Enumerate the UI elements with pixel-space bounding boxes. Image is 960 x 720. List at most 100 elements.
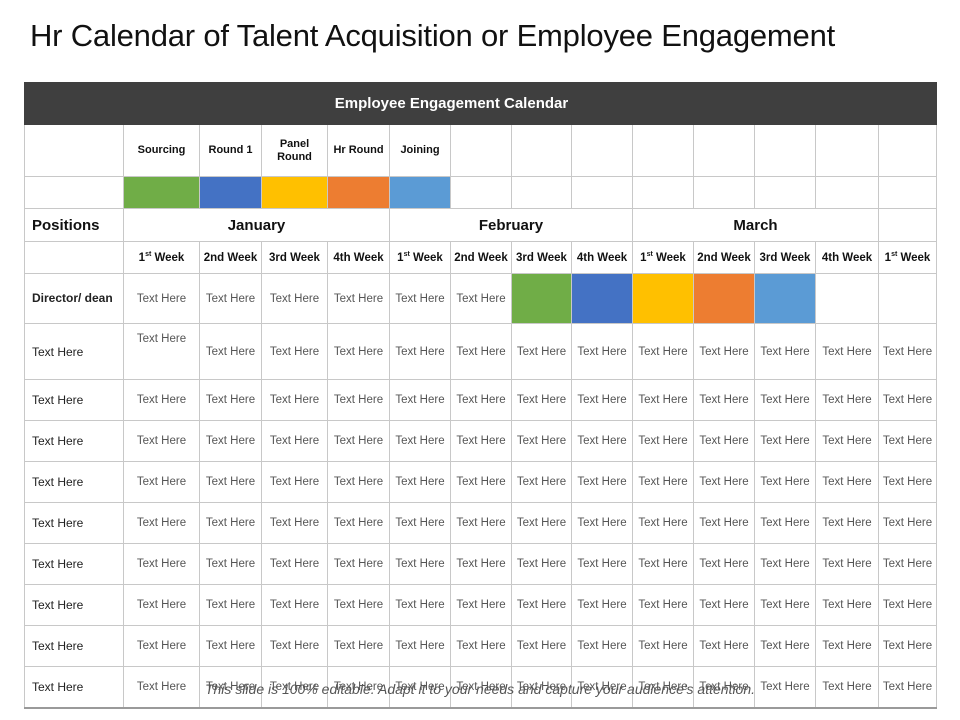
table-row: Director/ dean Text Here Text Here Text Her… bbox=[24, 273, 937, 324]
position-label: Text Here bbox=[24, 461, 124, 503]
table-cell: Text Here bbox=[327, 323, 390, 380]
empty-cell bbox=[878, 124, 937, 177]
table-cell: Text Here bbox=[199, 543, 262, 585]
legend-swatch bbox=[389, 176, 451, 209]
table-cell: Text Here bbox=[199, 420, 262, 462]
empty-cell bbox=[878, 208, 937, 242]
table-cell: Text Here bbox=[389, 461, 451, 503]
stage-color-block bbox=[511, 273, 572, 324]
empty-cell bbox=[693, 176, 755, 209]
table-cell: Text Here bbox=[327, 461, 390, 503]
week-header: 4th Week bbox=[327, 241, 390, 274]
table-cell: Text Here bbox=[878, 584, 937, 626]
table-cell: Text Here bbox=[199, 502, 262, 544]
week-header: 4th Week bbox=[815, 241, 879, 274]
table-cell: Text Here bbox=[327, 420, 390, 462]
stage-color-block bbox=[693, 273, 755, 324]
table-cell: Text Here bbox=[632, 461, 694, 503]
table-cell: Text Here bbox=[693, 625, 755, 667]
table-cell: Text Here bbox=[389, 625, 451, 667]
table-cell: Text Here bbox=[450, 420, 512, 462]
week-header: 3rd Week bbox=[261, 241, 328, 274]
empty-cell bbox=[754, 176, 816, 209]
calendar-header-row: Employee Engagement Calendar bbox=[24, 82, 937, 125]
table-cell: Text Here bbox=[261, 379, 328, 421]
table-cell: Text Here bbox=[571, 379, 633, 421]
table-row: Text Here Text Here Text Here Text Here Text… bbox=[24, 379, 937, 421]
table-cell: Text Here bbox=[261, 420, 328, 462]
table-cell: Text Here bbox=[450, 625, 512, 667]
table-cell: Text Here bbox=[815, 323, 879, 380]
table-cell: Text Here bbox=[693, 584, 755, 626]
table-cell: Text Here bbox=[693, 379, 755, 421]
month-header: March bbox=[632, 208, 879, 242]
table-cell: Text Here bbox=[123, 584, 200, 626]
position-label: Text Here bbox=[24, 543, 124, 585]
table-cell: Text Here bbox=[261, 273, 328, 324]
table-cell: Text Here bbox=[511, 502, 572, 544]
table-cell: Text Here bbox=[878, 461, 937, 503]
table-row: Text Here Text Here Text Here Text Here Text… bbox=[24, 420, 937, 462]
position-label: Text Here bbox=[24, 420, 124, 462]
table-cell: Text Here bbox=[632, 502, 694, 544]
table-cell: Text Here bbox=[327, 625, 390, 667]
table-cell: Text Here bbox=[511, 461, 572, 503]
empty-cell bbox=[571, 176, 633, 209]
table-cell: Text Here bbox=[123, 543, 200, 585]
table-cell: Text Here bbox=[511, 625, 572, 667]
legend-colors-row bbox=[24, 176, 937, 209]
month-header: January bbox=[123, 208, 390, 242]
table-cell: Text Here bbox=[815, 461, 879, 503]
table-cell: Text Here bbox=[754, 584, 816, 626]
empty-cell bbox=[632, 176, 694, 209]
legend-label: Sourcing bbox=[123, 124, 200, 177]
table-cell: Text Here bbox=[511, 420, 572, 462]
table-cell: Text Here bbox=[754, 323, 816, 380]
legend-swatch bbox=[123, 176, 200, 209]
table-row: Text Here Text Here Text Here Text Here Text… bbox=[24, 543, 937, 585]
table-cell: Text Here bbox=[815, 625, 879, 667]
week-header: 4th Week bbox=[571, 241, 633, 274]
page-title: Hr Calendar of Talent Acquisition or Emp… bbox=[30, 18, 836, 53]
table-cell: Text Here bbox=[123, 502, 200, 544]
table-cell: Text Here bbox=[327, 502, 390, 544]
table-cell: Text Here bbox=[199, 379, 262, 421]
table-cell: Text Here bbox=[693, 461, 755, 503]
week-header: 1st Week bbox=[123, 241, 200, 274]
table-cell: Text Here bbox=[632, 584, 694, 626]
table-cell: Text Here bbox=[450, 273, 512, 324]
table-cell: Text Here bbox=[878, 502, 937, 544]
table-cell: Text Here bbox=[815, 379, 879, 421]
table-cell: Text Here bbox=[123, 625, 200, 667]
week-header: 1st Week bbox=[878, 241, 937, 274]
empty-cell bbox=[24, 176, 124, 209]
position-label: Text Here bbox=[24, 323, 124, 380]
table-row: Text Here Text Here Text Here Text Here Text… bbox=[24, 461, 937, 503]
table-cell: Text Here bbox=[327, 543, 390, 585]
table-cell: Text Here bbox=[261, 502, 328, 544]
week-header: 1st Week bbox=[632, 241, 694, 274]
table-cell: Text Here bbox=[571, 502, 633, 544]
table-row: Text Here Text Here Text Here Text Here Text… bbox=[24, 323, 937, 380]
table-cell: Text Here bbox=[261, 323, 328, 380]
empty-cell bbox=[878, 176, 937, 209]
table-cell: Text Here bbox=[389, 584, 451, 626]
week-header: 1st Week bbox=[389, 241, 451, 274]
table-cell: Text Here bbox=[199, 323, 262, 380]
legend-label: Round 1 bbox=[199, 124, 262, 177]
week-header: 3rd Week bbox=[754, 241, 816, 274]
table-cell: Text Here bbox=[632, 543, 694, 585]
empty-cell bbox=[511, 124, 572, 177]
table-cell: Text Here bbox=[754, 379, 816, 421]
week-header: 2nd Week bbox=[450, 241, 512, 274]
table-cell: Text Here bbox=[327, 584, 390, 626]
table-cell: Text Here bbox=[123, 323, 200, 380]
table-cell: Text Here bbox=[199, 625, 262, 667]
table-row: Text Here Text Here Text Here Text Here Text… bbox=[24, 584, 937, 626]
table-cell: Text Here bbox=[261, 543, 328, 585]
stage-color-block bbox=[632, 273, 694, 324]
empty-cell bbox=[450, 176, 512, 209]
stage-color-block bbox=[571, 273, 633, 324]
table-cell: Text Here bbox=[571, 543, 633, 585]
table-cell: Text Here bbox=[693, 420, 755, 462]
